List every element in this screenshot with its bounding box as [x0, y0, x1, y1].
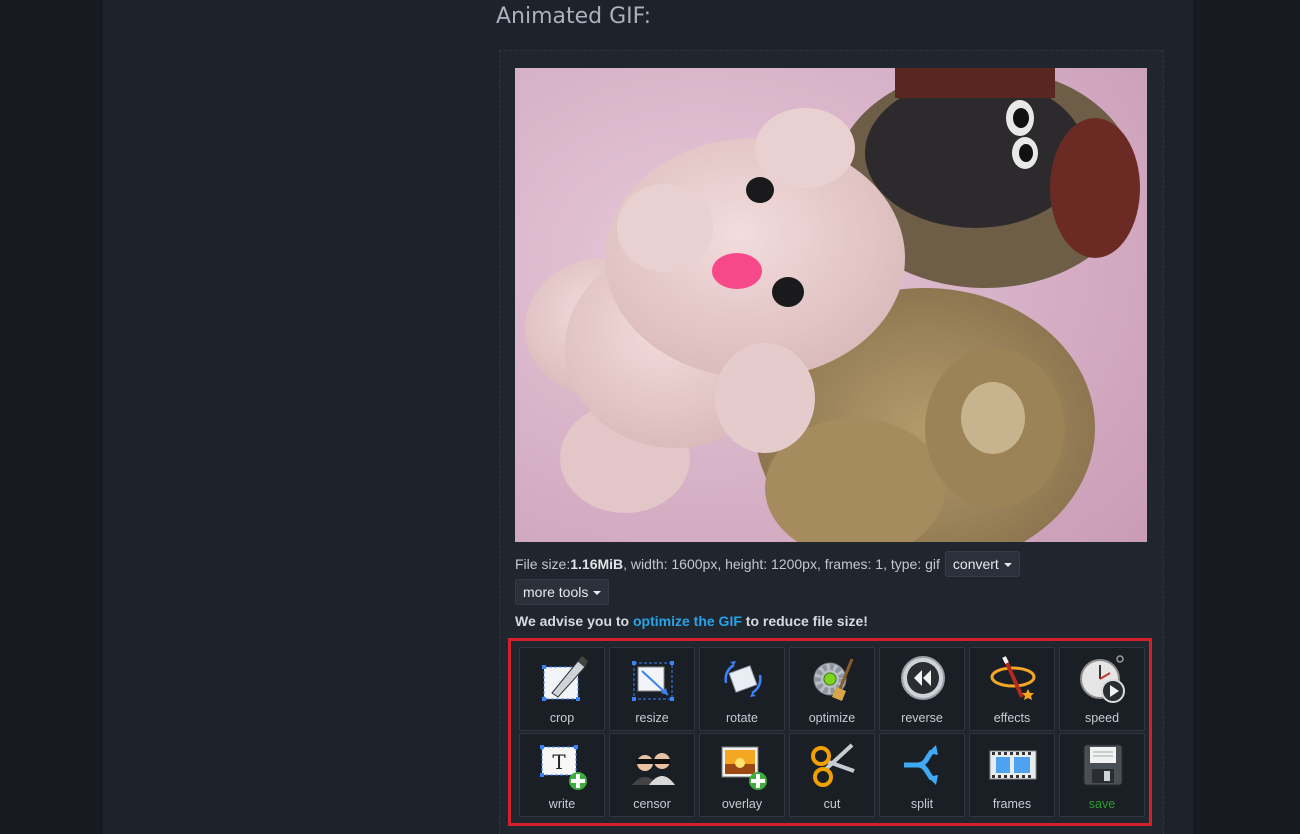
- reverse-tool-button[interactable]: reverse: [879, 647, 965, 731]
- file-size-value: 1.16MiB: [570, 556, 624, 572]
- convert-dropdown-button[interactable]: convert: [944, 551, 1020, 577]
- crop-tool-button[interactable]: crop: [519, 647, 605, 731]
- rotate-tool-button[interactable]: rotate: [699, 647, 785, 731]
- write-label: write: [548, 797, 576, 811]
- speed-icon: [1080, 655, 1125, 703]
- effects-label: effects: [993, 711, 1031, 725]
- rotate-label: rotate: [726, 711, 758, 725]
- optimize-advice: We advise you to optimize the GIF to red…: [515, 613, 868, 629]
- censor-icon: [632, 753, 675, 785]
- optimize-tool-button[interactable]: optimize: [789, 647, 875, 731]
- file-details: , width: 1600px, height: 1200px, frames:…: [623, 556, 940, 572]
- resize-label: resize: [635, 711, 669, 725]
- effects-tool-button[interactable]: effects: [969, 647, 1055, 731]
- optimize-icon: [813, 658, 854, 701]
- effects-icon: [990, 656, 1036, 700]
- file-info: File size: 1.16MiB , width: 1600px, heig…: [515, 551, 1020, 577]
- rotate-icon: [724, 661, 762, 697]
- overlay-tool-button[interactable]: overlay: [699, 733, 785, 817]
- split-label: split: [910, 797, 934, 811]
- frames-tool-button[interactable]: frames: [969, 733, 1055, 817]
- optimize-gif-link[interactable]: optimize the GIF: [633, 613, 742, 629]
- svg-text:T: T: [552, 750, 566, 774]
- save-icon: [1083, 744, 1123, 786]
- save-label: save: [1088, 797, 1116, 811]
- censor-tool-button[interactable]: censor: [609, 733, 695, 817]
- overlay-label: overlay: [721, 797, 763, 811]
- cut-tool-button[interactable]: cut: [789, 733, 875, 817]
- tools-grid-highlight: crop resize rotate optimize reverse effe…: [508, 638, 1152, 826]
- censor-label: censor: [633, 797, 671, 811]
- split-tool-button[interactable]: split: [879, 733, 965, 817]
- save-tool-button[interactable]: save: [1059, 733, 1145, 817]
- speed-tool-button[interactable]: speed: [1059, 647, 1145, 731]
- reverse-label: reverse: [901, 711, 943, 725]
- file-size-label: File size:: [515, 556, 571, 572]
- optimize-label: optimize: [808, 711, 856, 725]
- overlay-icon: [721, 746, 767, 790]
- caret-down-icon: [1003, 562, 1012, 567]
- frames-label: frames: [992, 797, 1032, 811]
- crop-icon: [542, 656, 588, 701]
- crop-label: crop: [549, 711, 575, 725]
- advice-prefix: We advise you to: [515, 613, 633, 629]
- resize-icon: [632, 661, 674, 701]
- page-title: Animated GIF:: [496, 4, 652, 29]
- more-tools-dropdown-button[interactable]: more tools: [515, 579, 610, 605]
- split-icon: [904, 745, 938, 785]
- convert-label: convert: [952, 556, 999, 572]
- caret-down-icon: [593, 590, 602, 595]
- cut-icon: [811, 743, 855, 787]
- speed-label: speed: [1084, 711, 1120, 725]
- reverse-icon: [901, 656, 945, 700]
- advice-suffix: to reduce file size!: [741, 613, 868, 629]
- frames-icon: [989, 750, 1037, 780]
- write-tool-button[interactable]: T write: [519, 733, 605, 817]
- resize-tool-button[interactable]: resize: [609, 647, 695, 731]
- gif-preview-image: [515, 68, 1147, 542]
- cut-label: cut: [823, 797, 841, 811]
- write-icon: T: [540, 745, 587, 790]
- more-tools-label: more tools: [523, 584, 589, 600]
